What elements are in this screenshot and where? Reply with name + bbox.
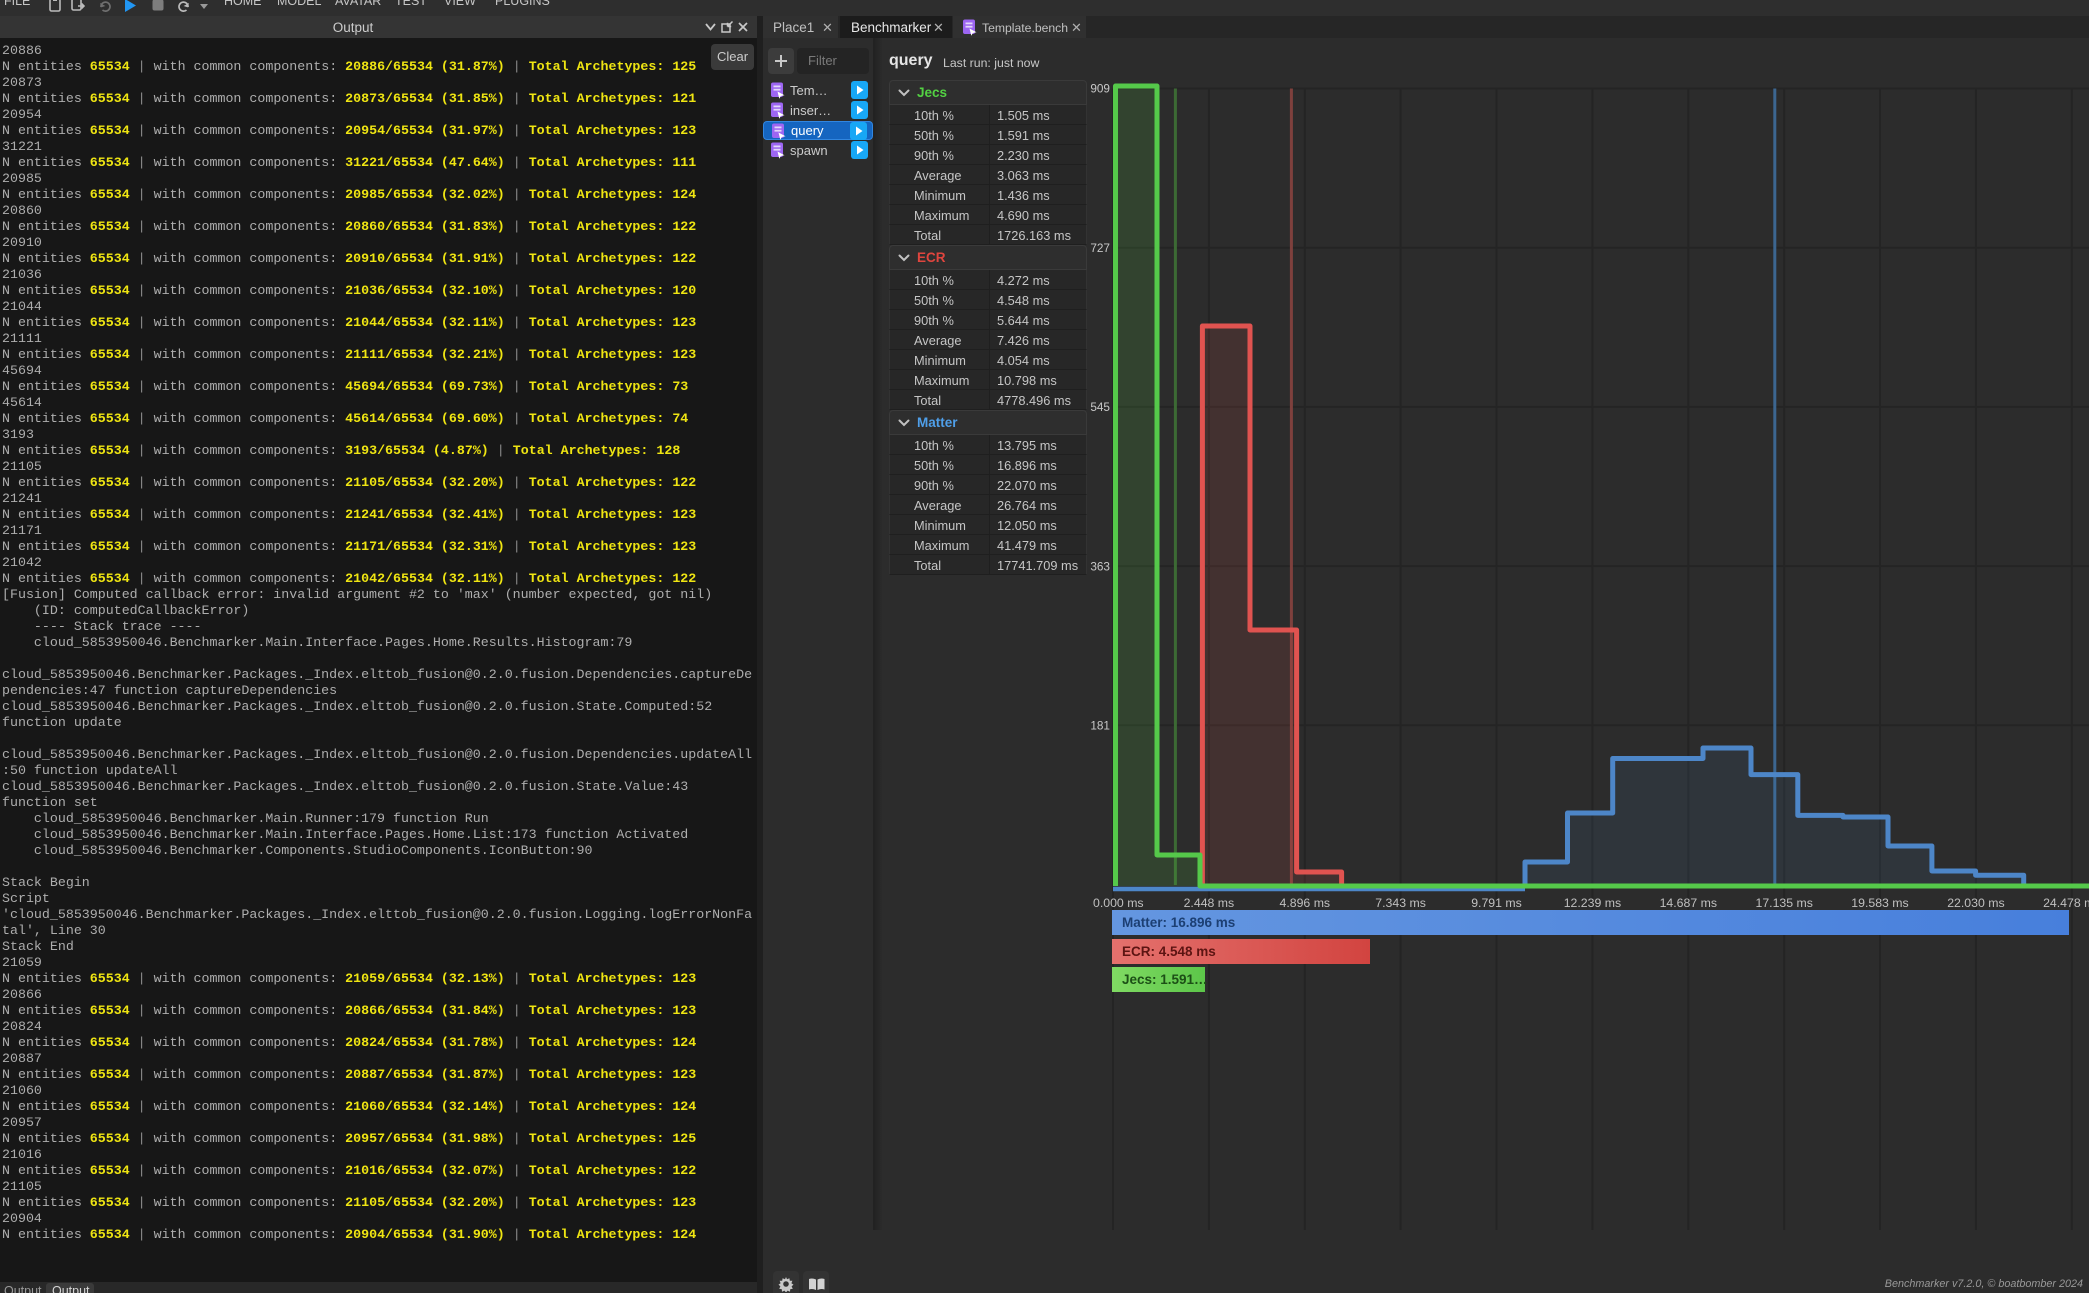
svg-text:0.000 ms: 0.000 ms [1093,896,1144,910]
svg-text:363: 363 [1090,559,1110,573]
svg-text:727: 727 [1090,241,1110,255]
svg-text:909: 909 [1090,82,1110,96]
svg-text:545: 545 [1090,400,1110,414]
svg-text:12.239 ms: 12.239 ms [1564,896,1621,910]
svg-text:24.478 ms: 24.478 ms [2043,896,2089,910]
svg-text:181: 181 [1090,719,1110,733]
svg-text:19.583 ms: 19.583 ms [1851,896,1908,910]
svg-text:22.030 ms: 22.030 ms [1947,896,2004,910]
svg-text:7.343 ms: 7.343 ms [1375,896,1426,910]
svg-text:2.448 ms: 2.448 ms [1184,896,1235,910]
svg-text:9.791 ms: 9.791 ms [1471,896,1522,910]
svg-text:14.687 ms: 14.687 ms [1660,896,1717,910]
svg-text:17.135 ms: 17.135 ms [1755,896,1812,910]
svg-text:4.896 ms: 4.896 ms [1280,896,1331,910]
